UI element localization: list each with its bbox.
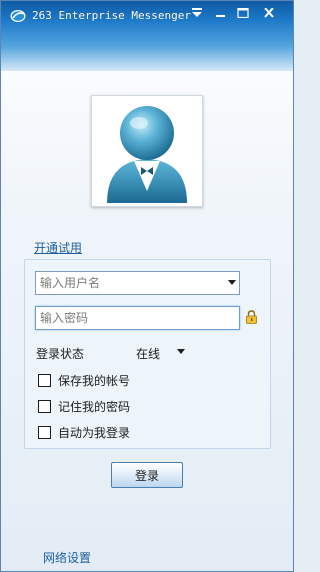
username-input[interactable]	[36, 272, 239, 294]
remember-password-checkbox[interactable]	[38, 399, 51, 413]
avatar[interactable]	[91, 95, 203, 207]
save-account-label: 保存我的帐号	[58, 373, 131, 388]
chevron-down-icon[interactable]	[228, 280, 236, 285]
password-input[interactable]	[36, 307, 239, 329]
login-window: 263 Enterprise Messenger 开通试用 输入用户名 登录状态…	[0, 0, 294, 572]
auto-login-option[interactable]: 自动为我登录	[38, 424, 130, 440]
lock-icon[interactable]	[245, 310, 258, 324]
remember-password-label: 记住我的密码	[58, 399, 131, 414]
user-avatar-icon	[107, 106, 187, 203]
minimize-icon[interactable]	[211, 5, 231, 21]
auto-login-label: 自动为我登录	[58, 425, 131, 440]
save-account-checkbox[interactable]	[38, 373, 51, 387]
trial-link[interactable]: 开通试用	[34, 239, 82, 256]
auto-login-checkbox[interactable]	[38, 425, 51, 439]
status-chevron-down-icon[interactable]	[177, 349, 185, 354]
login-status-label: 登录状态	[36, 347, 85, 361]
username-field[interactable]	[35, 271, 240, 295]
app-logo-icon	[10, 9, 26, 23]
network-settings-link[interactable]: 网络设置	[43, 549, 91, 566]
password-field[interactable]	[35, 306, 240, 330]
window-title: 263 Enterprise Messenger	[32, 9, 191, 22]
save-account-option[interactable]: 保存我的帐号	[38, 372, 130, 388]
login-button[interactable]: 登录	[111, 462, 183, 488]
remember-password-option[interactable]: 记住我的密码	[38, 398, 130, 414]
menu-icon[interactable]	[187, 5, 207, 21]
maximize-icon[interactable]	[233, 5, 253, 21]
login-status-select[interactable]: 在线	[136, 345, 160, 362]
title-bar[interactable]: 263 Enterprise Messenger	[1, 1, 293, 71]
close-icon[interactable]	[259, 5, 279, 21]
